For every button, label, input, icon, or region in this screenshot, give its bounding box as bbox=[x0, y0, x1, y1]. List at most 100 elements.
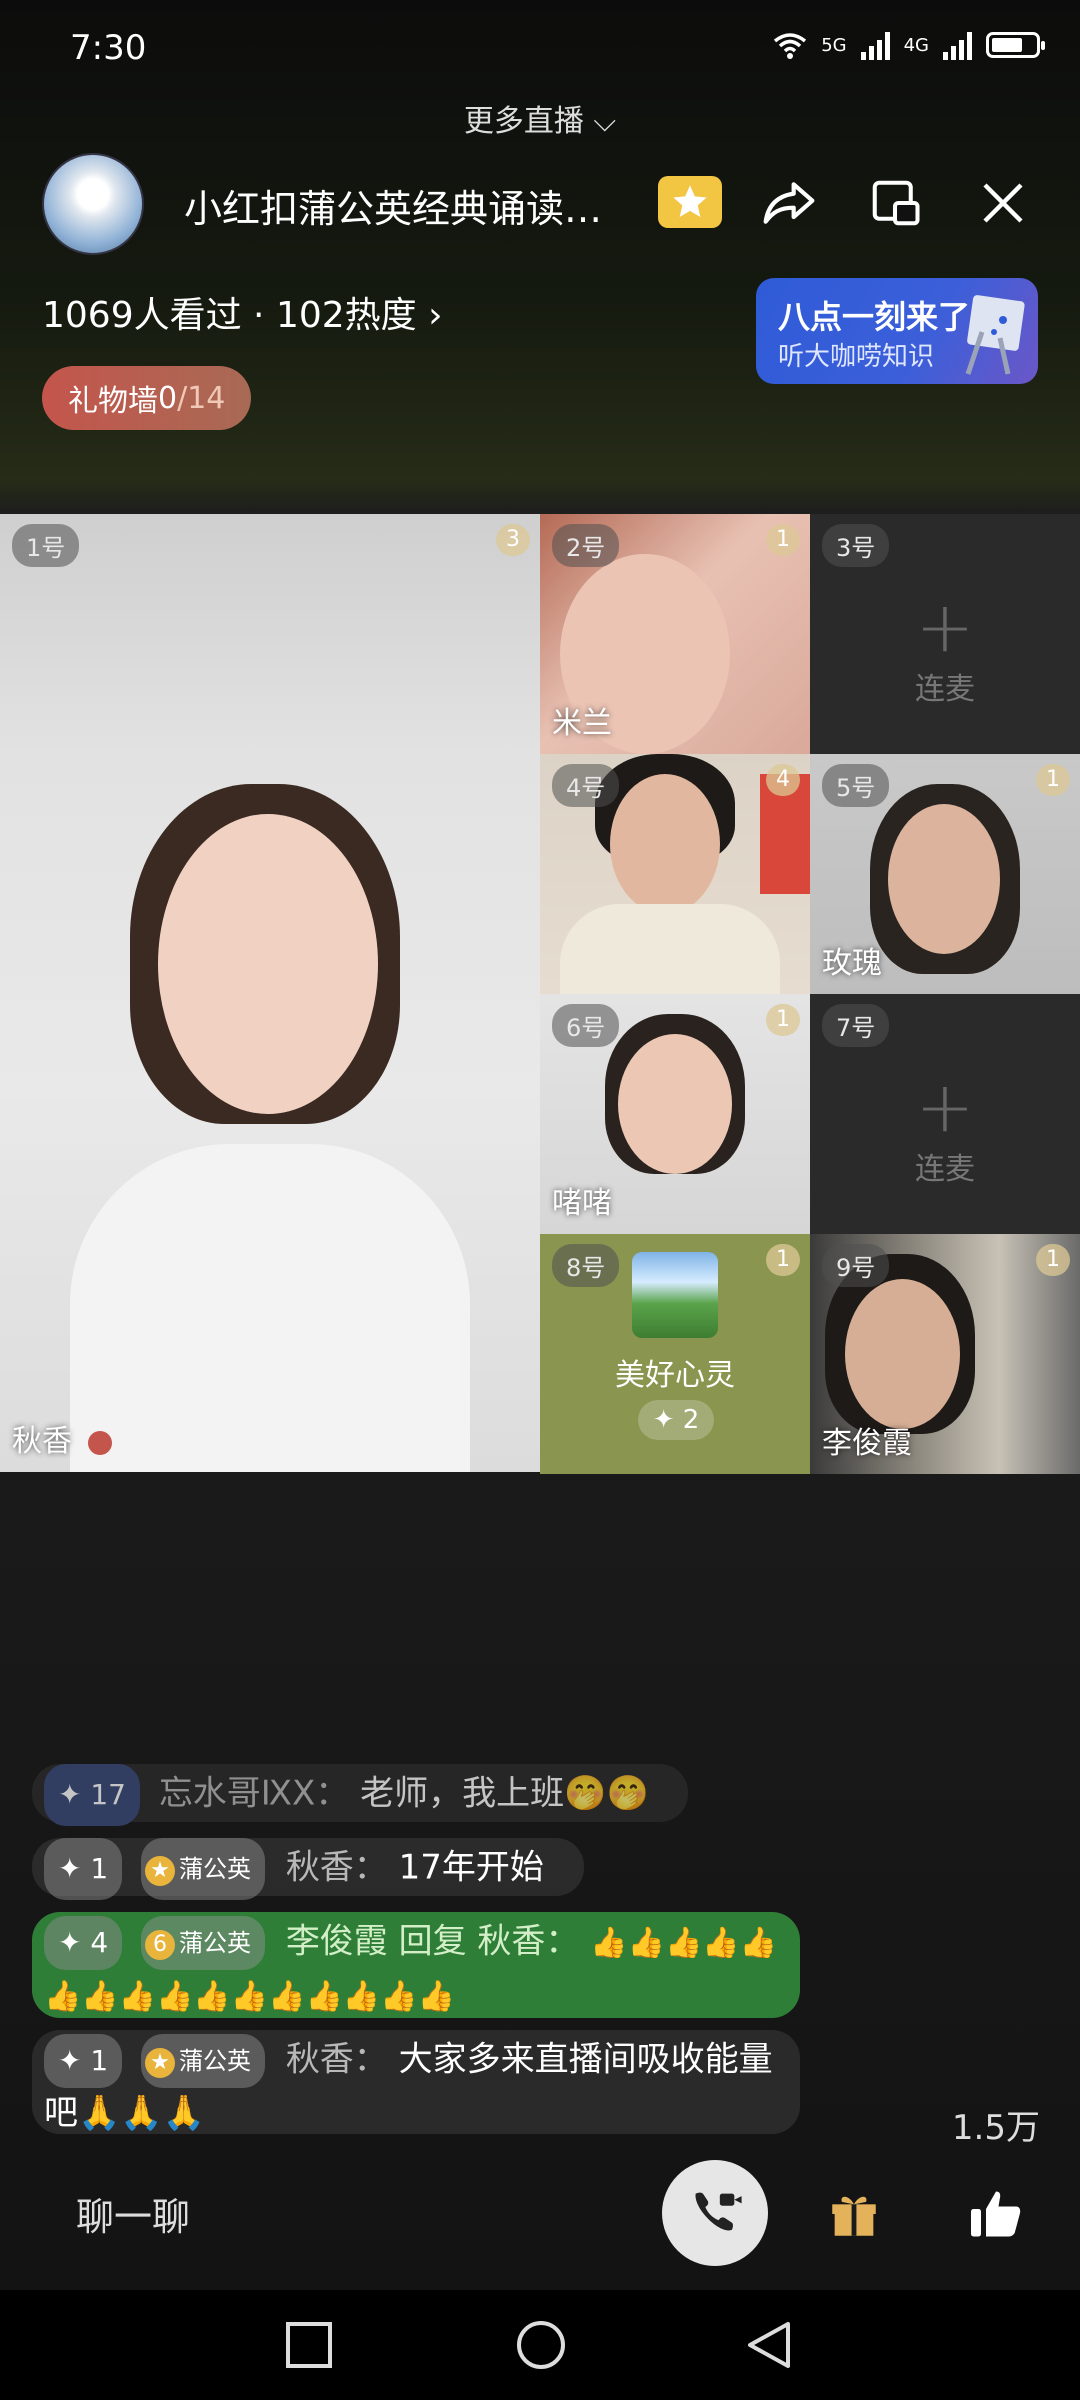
signal-icon bbox=[860, 30, 890, 60]
network-5g-label: 5G bbox=[821, 34, 847, 56]
close-button[interactable] bbox=[972, 172, 1034, 234]
connect-mic-label: 连麦 bbox=[915, 1152, 975, 1187]
promo-banner[interactable]: 八点一刻来了 听大咖唠知识 bbox=[756, 278, 1038, 384]
seat-count: 1 bbox=[766, 1244, 800, 1276]
host-face bbox=[158, 814, 378, 1114]
star-icon: 6 bbox=[145, 1930, 175, 1960]
seat-name: 美好心灵 bbox=[615, 1358, 735, 1393]
star-icon: ★ bbox=[145, 1856, 175, 1886]
room-title[interactable]: 小红扣蒲公英经典诵读… bbox=[184, 178, 624, 233]
easel-icon bbox=[965, 295, 1025, 375]
chat-message: ✦ 17 忘水哥ⅨX： 老师，我上班🤭🤭 bbox=[32, 1764, 688, 1826]
video-call-icon bbox=[695, 2192, 742, 2231]
seat-number: 3号 bbox=[822, 524, 890, 567]
seat-2[interactable]: 2号 1 米兰 bbox=[540, 514, 810, 754]
seat-4[interactable]: 4号 4 bbox=[540, 754, 810, 994]
seat-8[interactable]: 8号 1 美好心灵 ✦ 2 bbox=[540, 1234, 810, 1474]
share-icon bbox=[763, 182, 815, 224]
connect-mic-label: 连麦 bbox=[915, 672, 975, 707]
chat-username: 秋香： bbox=[285, 1847, 388, 1888]
user-level-badge: ✦ 4 bbox=[44, 1916, 123, 1970]
battery-icon bbox=[986, 32, 1045, 58]
signal-icon-2 bbox=[943, 30, 972, 60]
promo-line2: 听大咖唠知识 bbox=[778, 342, 935, 372]
promo-line1: 八点一刻来了 bbox=[778, 298, 971, 336]
wifi-icon bbox=[774, 33, 807, 59]
seat-5[interactable]: 5号 1 玫瑰 bbox=[810, 754, 1080, 994]
chat-username: 秋香： bbox=[285, 2039, 388, 2080]
plus-icon: + bbox=[915, 586, 975, 668]
like-button[interactable] bbox=[960, 2178, 1032, 2250]
gift-button[interactable] bbox=[820, 2180, 888, 2248]
seat-name: 李俊霞 bbox=[822, 1426, 912, 1461]
seat-1[interactable]: 1号 3 秋香 bbox=[0, 514, 540, 1472]
seat-number: 8号 bbox=[552, 1244, 620, 1287]
seat-6[interactable]: 6号 1 啫啫 bbox=[540, 994, 810, 1234]
user-level-badge: ✦ 1 bbox=[44, 1838, 123, 1900]
host-shirt bbox=[70, 1144, 470, 1472]
more-live-dropdown[interactable]: 更多直播 ⌵ bbox=[0, 96, 1080, 140]
seat-gift-count: ✦ 2 bbox=[638, 1400, 714, 1440]
seat-number: 4号 bbox=[552, 764, 620, 807]
video-call-button[interactable] bbox=[662, 2160, 768, 2266]
seat-count: 4 bbox=[766, 764, 800, 796]
seat-count: 1 bbox=[1036, 1244, 1070, 1276]
chat-message: ✦ 1 ★ 蒲公英 秋香： 大家多来直播间吸收能量吧🙏🙏🙏 bbox=[32, 2030, 800, 2134]
favorite-button[interactable] bbox=[658, 176, 722, 228]
back-icon[interactable] bbox=[744, 2320, 794, 2370]
seat-face bbox=[845, 1279, 960, 1429]
seat-3[interactable]: 3号 + 连麦 bbox=[810, 514, 1080, 754]
seat-count: 1 bbox=[766, 524, 800, 556]
seat-number: 9号 bbox=[822, 1244, 890, 1287]
seat-number: 2号 bbox=[552, 524, 620, 567]
chat-username: 李俊霞 回复 秋香： bbox=[285, 1921, 580, 1962]
like-count: 1.5万 bbox=[951, 2108, 1040, 2148]
seat-count: 3 bbox=[496, 524, 530, 556]
share-button[interactable] bbox=[758, 172, 820, 234]
seat-name: 啫啫 bbox=[552, 1186, 612, 1221]
pip-button[interactable] bbox=[864, 172, 926, 234]
seat-name: 米兰 bbox=[552, 706, 612, 741]
recent-apps-icon[interactable] bbox=[284, 2320, 334, 2370]
seat-9[interactable]: 9号 1 李俊霞 bbox=[810, 1234, 1080, 1474]
seat-face bbox=[888, 804, 1000, 954]
chat-input[interactable]: 聊一聊 bbox=[76, 2186, 190, 2241]
seat-number: 5号 bbox=[822, 764, 890, 807]
mic-muted-icon bbox=[87, 1430, 112, 1455]
gift-wall-total: /14 bbox=[177, 380, 226, 416]
system-navbar bbox=[0, 2290, 1080, 2400]
seat-count: 1 bbox=[766, 1004, 800, 1036]
seat-name: 玫瑰 bbox=[822, 946, 882, 981]
status-time: 7:30 bbox=[70, 28, 147, 68]
seat-7[interactable]: 7号 + 连麦 bbox=[810, 994, 1080, 1234]
plus-icon: + bbox=[915, 1066, 975, 1148]
seat-number: 6号 bbox=[552, 1004, 620, 1047]
seat-face bbox=[618, 1034, 732, 1174]
gift-icon bbox=[832, 2196, 876, 2236]
fan-badge: ★ 蒲公英 bbox=[141, 1838, 265, 1900]
picture-in-picture-icon bbox=[872, 180, 920, 226]
chat-text: 17年开始 bbox=[398, 1847, 544, 1888]
gift-wall-button[interactable]: 礼物墙 0 /14 bbox=[42, 366, 252, 430]
fan-badge: ★ 蒲公英 bbox=[141, 2034, 265, 2088]
seat-number: 1号 bbox=[12, 524, 80, 567]
viewer-stats[interactable]: 1069人看过 · 102热度 › bbox=[42, 286, 443, 338]
seat-name: 秋香 bbox=[12, 1416, 112, 1460]
close-icon bbox=[983, 183, 1023, 223]
network-4g-label: 4G bbox=[903, 34, 929, 56]
host-avatar[interactable] bbox=[42, 153, 144, 255]
fan-badge: 6 蒲公英 bbox=[141, 1916, 265, 1970]
thumbs-up-icon bbox=[971, 2191, 1021, 2237]
chat-username: 忘水哥ⅨX： bbox=[158, 1773, 350, 1814]
status-icons: 5G 4G bbox=[773, 30, 1045, 60]
user-level-badge: ✦ 1 bbox=[44, 2034, 123, 2088]
star-icon: ★ bbox=[145, 2048, 175, 2078]
seat-avatar bbox=[632, 1252, 718, 1338]
chat-message: ✦ 1 ★ 蒲公英 秋香： 17年开始 bbox=[32, 1838, 584, 1900]
seat-number: 7号 bbox=[822, 1004, 890, 1047]
seat-jacket bbox=[560, 904, 780, 994]
home-icon[interactable] bbox=[514, 2318, 568, 2372]
user-level-badge: ✦ 17 bbox=[44, 1764, 140, 1826]
gift-wall-label: 礼物墙 bbox=[68, 384, 158, 419]
seat-face bbox=[610, 774, 720, 914]
